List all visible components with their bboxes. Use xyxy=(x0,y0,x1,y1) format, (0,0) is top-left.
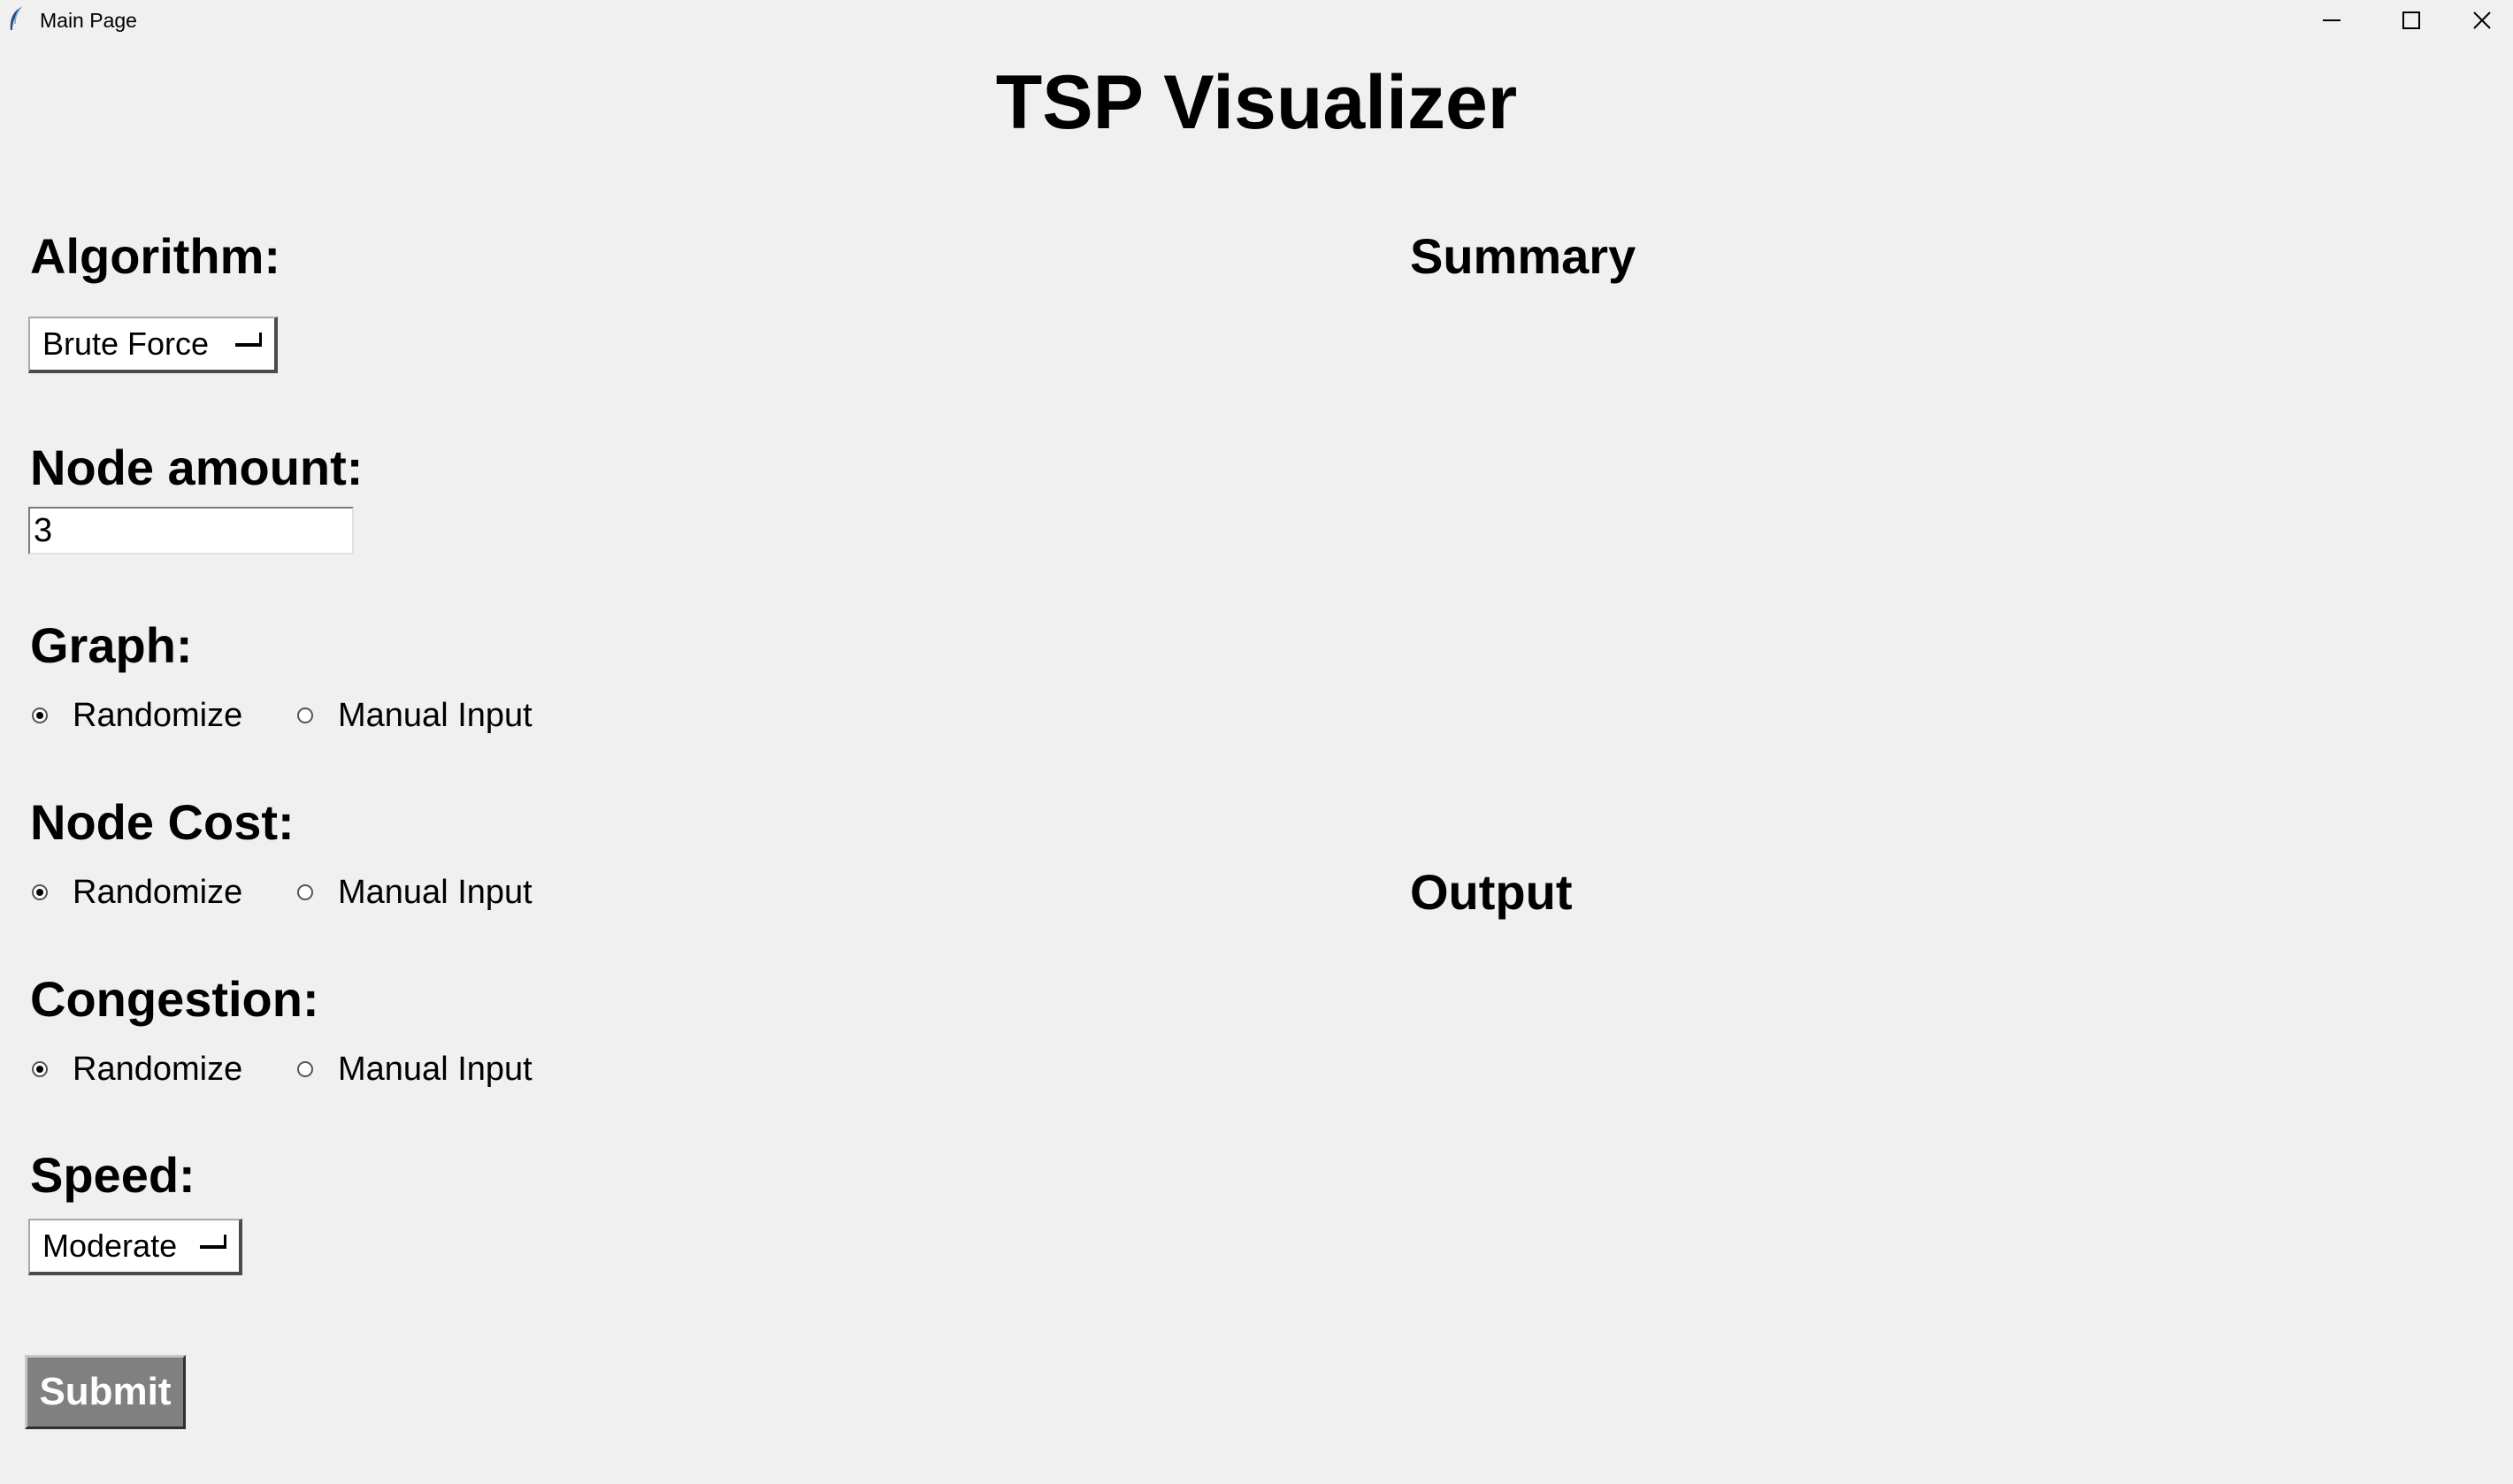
submit-button[interactable]: Submit xyxy=(25,1355,186,1429)
graph-manual-input-radio[interactable]: Manual Input xyxy=(297,693,532,738)
dropdown-indicator-icon xyxy=(200,1235,226,1249)
node-cost-manual-input-radio[interactable]: Manual Input xyxy=(297,870,532,914)
node-amount-input[interactable]: 3 xyxy=(28,507,354,555)
congestion-label: Congestion: xyxy=(30,971,319,1027)
radio-unchecked-icon xyxy=(297,708,313,723)
speed-label: Speed: xyxy=(30,1147,195,1203)
speed-selected: Moderate xyxy=(42,1228,178,1264)
radio-label: Manual Input xyxy=(338,1050,532,1088)
close-button[interactable] xyxy=(2451,0,2513,40)
minimize-icon xyxy=(2323,19,2341,21)
congestion-randomize-radio[interactable]: Randomize xyxy=(32,1047,242,1091)
graph-label: Graph: xyxy=(30,617,193,673)
radio-unchecked-icon xyxy=(297,1061,313,1077)
radio-label: Manual Input xyxy=(338,696,532,734)
algorithm-dropdown[interactable]: Brute Force xyxy=(28,317,278,373)
radio-unchecked-icon xyxy=(297,884,313,900)
app-title: TSP Visualizer xyxy=(995,60,1518,145)
output-title: Output xyxy=(1410,864,1573,920)
summary-title: Summary xyxy=(1410,228,1636,284)
window-title: Main Page xyxy=(40,9,137,32)
algorithm-label: Algorithm: xyxy=(30,228,281,284)
feather-icon xyxy=(10,6,22,30)
speed-dropdown[interactable]: Moderate xyxy=(28,1219,242,1275)
window-titlebar: Main Page xyxy=(0,0,2513,40)
radio-checked-icon xyxy=(32,1061,48,1077)
close-icon xyxy=(2473,11,2491,29)
dropdown-indicator-icon xyxy=(235,333,262,347)
algorithm-selected: Brute Force xyxy=(42,325,210,362)
congestion-manual-input-radio[interactable]: Manual Input xyxy=(297,1047,532,1091)
maximize-icon xyxy=(2402,11,2420,29)
radio-checked-icon xyxy=(32,884,48,900)
radio-label: Randomize xyxy=(73,696,243,734)
node-amount-label: Node amount: xyxy=(30,440,364,495)
node-cost-randomize-radio[interactable]: Randomize xyxy=(32,870,242,914)
radio-checked-icon xyxy=(32,708,48,723)
node-cost-label: Node Cost: xyxy=(30,794,295,850)
minimize-button[interactable] xyxy=(2292,0,2371,40)
radio-label: Manual Input xyxy=(338,873,532,911)
radio-label: Randomize xyxy=(73,873,243,911)
radio-label: Randomize xyxy=(73,1050,243,1088)
maximize-button[interactable] xyxy=(2371,0,2451,40)
graph-randomize-radio[interactable]: Randomize xyxy=(32,693,242,738)
